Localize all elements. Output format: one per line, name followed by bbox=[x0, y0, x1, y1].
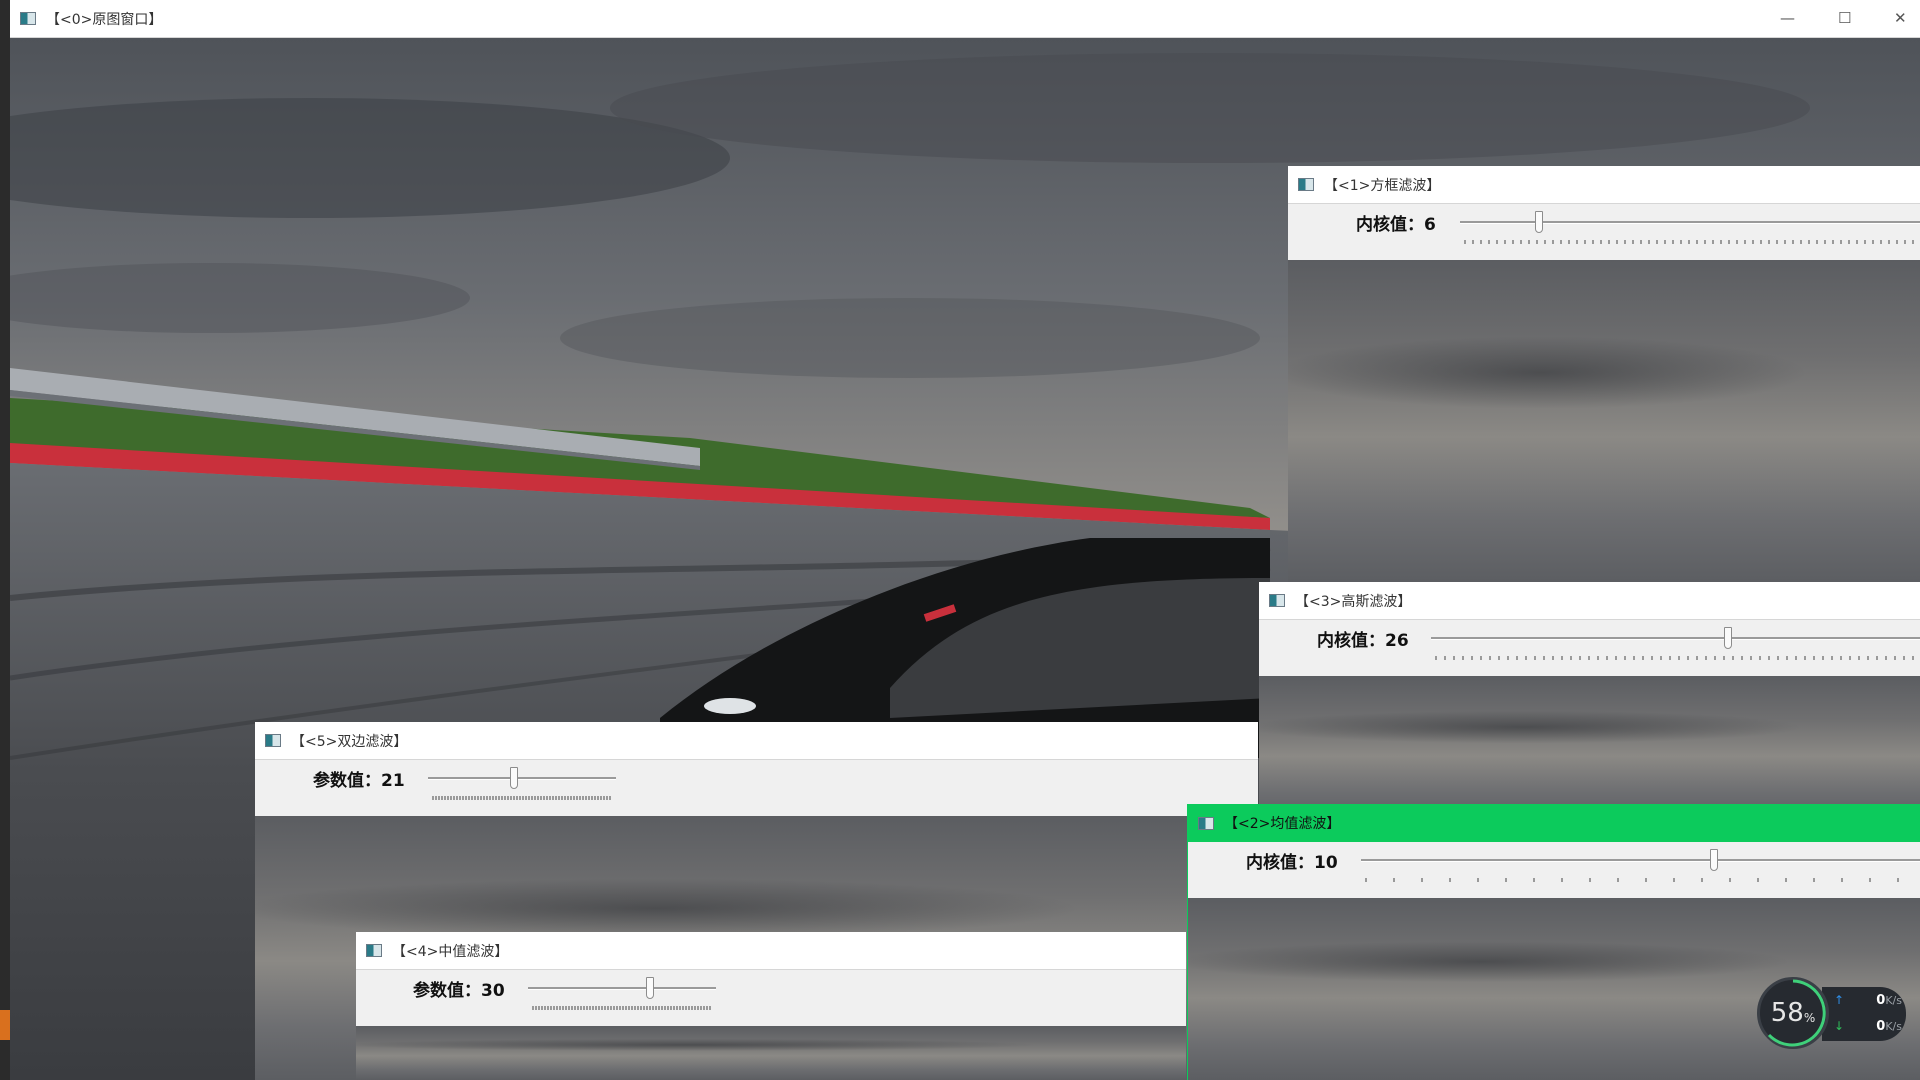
bilateral-filter-titlebar[interactable]: 【<5>双边滤波】 bbox=[255, 722, 1258, 760]
mean-filter-slider-thumb[interactable] bbox=[1710, 849, 1718, 871]
median-filter-output-image bbox=[356, 1026, 1186, 1080]
box-filter-label: 内核值：6 bbox=[1356, 215, 1436, 235]
app-icon bbox=[1269, 594, 1285, 607]
download-speed: 0 bbox=[1876, 1019, 1886, 1034]
download-row: ↓ 0K/s bbox=[1834, 1019, 1902, 1034]
box-filter-trackbar-panel: 内核值：6 bbox=[1288, 204, 1920, 260]
app-icon bbox=[1298, 178, 1314, 191]
main-window-titlebar[interactable]: 【<0>原图窗口】 — ☐ ✕ bbox=[10, 0, 1920, 38]
app-icon bbox=[20, 12, 36, 25]
left-edge-accent bbox=[0, 1010, 10, 1040]
gaussian-filter-trackbar-panel: 内核值：26 bbox=[1259, 620, 1920, 676]
mean-filter-titlebar[interactable]: 【<2>均值滤波】 bbox=[1188, 804, 1920, 842]
bilateral-filter-slider-track[interactable] bbox=[428, 777, 616, 780]
main-window-title: 【<0>原图窗口】 bbox=[46, 11, 163, 28]
minimize-icon[interactable]: — bbox=[1780, 9, 1795, 27]
gaussian-filter-slider-thumb[interactable] bbox=[1724, 627, 1732, 649]
box-filter-titlebar[interactable]: 【<1>方框滤波】 bbox=[1288, 166, 1920, 204]
memory-gauge-arc bbox=[1767, 979, 1826, 1047]
left-edge-strip bbox=[0, 0, 10, 1080]
median-filter-label: 参数值：30 bbox=[413, 981, 505, 1001]
median-filter-slider-thumb[interactable] bbox=[646, 977, 654, 999]
mean-filter-slider-track[interactable] bbox=[1361, 859, 1920, 862]
upload-unit: K/s bbox=[1885, 994, 1902, 1007]
close-icon[interactable]: ✕ bbox=[1894, 9, 1907, 27]
bilateral-filter-trackbar-panel: 参数值：21 bbox=[255, 760, 1258, 816]
box-filter-ticks bbox=[1464, 240, 1914, 244]
app-icon bbox=[265, 734, 281, 747]
bilateral-filter-ticks bbox=[432, 796, 611, 800]
window-median-filter: 【<4>中值滤波】 参数值：30 bbox=[356, 932, 1186, 1080]
median-filter-titlebar[interactable]: 【<4>中值滤波】 bbox=[356, 932, 1186, 970]
maximize-icon[interactable]: ☐ bbox=[1838, 9, 1851, 27]
gaussian-filter-label: 内核值：26 bbox=[1317, 631, 1409, 651]
net-speed-panel[interactable]: ↑ 0K/s ↓ 0K/s bbox=[1822, 987, 1906, 1041]
median-filter-title: 【<4>中值滤波】 bbox=[392, 943, 509, 960]
box-filter-output-image bbox=[1288, 260, 1920, 582]
gaussian-filter-output-image bbox=[1259, 676, 1920, 822]
app-icon bbox=[1198, 816, 1214, 830]
download-arrow-icon: ↓ bbox=[1834, 1019, 1845, 1033]
bilateral-filter-title: 【<5>双边滤波】 bbox=[291, 733, 408, 750]
median-filter-trackbar-panel: 参数值：30 bbox=[356, 970, 1186, 1026]
box-filter-title: 【<1>方框滤波】 bbox=[1324, 177, 1441, 194]
median-filter-slider-track[interactable] bbox=[528, 987, 716, 990]
upload-speed: 0 bbox=[1876, 993, 1886, 1008]
bilateral-filter-slider-thumb[interactable] bbox=[510, 767, 518, 789]
upload-arrow-icon: ↑ bbox=[1834, 993, 1845, 1007]
download-unit: K/s bbox=[1885, 1020, 1902, 1033]
median-filter-ticks bbox=[532, 1006, 711, 1010]
gaussian-filter-slider-track[interactable] bbox=[1431, 637, 1920, 640]
mean-filter-label: 内核值：10 bbox=[1246, 853, 1338, 873]
box-filter-slider-thumb[interactable] bbox=[1535, 211, 1543, 233]
upload-row: ↑ 0K/s bbox=[1834, 993, 1902, 1008]
mean-filter-title: 【<2>均值滤波】 bbox=[1224, 816, 1341, 832]
mean-filter-trackbar-panel: 内核值：10 bbox=[1188, 842, 1920, 898]
app-icon bbox=[366, 944, 382, 957]
window-box-filter: 【<1>方框滤波】 内核值：6 bbox=[1288, 166, 1920, 582]
window-gaussian-filter: 【<3>高斯滤波】 内核值：26 bbox=[1259, 582, 1920, 822]
gaussian-filter-titlebar[interactable]: 【<3>高斯滤波】 bbox=[1259, 582, 1920, 620]
bilateral-filter-label: 参数值：21 bbox=[313, 771, 405, 791]
mean-filter-ticks bbox=[1365, 878, 1899, 882]
gaussian-filter-title: 【<3>高斯滤波】 bbox=[1295, 593, 1412, 610]
gaussian-filter-ticks bbox=[1435, 656, 1914, 660]
box-filter-slider-track[interactable] bbox=[1460, 221, 1920, 224]
